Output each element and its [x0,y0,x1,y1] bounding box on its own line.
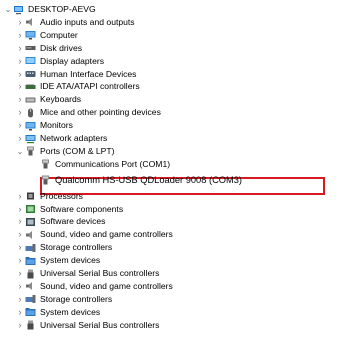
port-icon [40,159,51,169]
chevron-right-icon[interactable]: › [15,254,25,267]
chevron-right-icon[interactable]: › [15,306,25,319]
device-tree: ⌄ DESKTOP-AEVG › Audio inputs and outputs › C… [0,0,360,360]
device-category[interactable]: › Software components [0,203,124,216]
device-label: DESKTOP-AEVG [28,4,96,14]
monitor-icon [25,30,36,40]
chevron-right-icon[interactable]: › [15,55,25,68]
device-label: Qualcomm HS-USB QDLoader 9008 (COM3) [55,174,243,185]
ide-controller-icon [25,82,36,92]
chevron-right-icon[interactable]: › [15,132,25,145]
device-category[interactable]: › Sound, video and game controllers [0,228,173,241]
device-label: Storage controllers [40,293,113,304]
chevron-right-icon[interactable]: › [15,68,25,81]
device-label: Mice and other pointing devices [40,107,161,118]
disk-drive-icon [25,43,36,53]
device-category[interactable]: › Network adapters [0,132,108,145]
hid-icon [25,69,36,79]
device-category[interactable]: › Sound, video and game controllers [0,280,173,293]
speaker-icon [25,281,36,291]
device-category[interactable]: › System devices [0,254,101,267]
device-label: Sound, video and game controllers [40,229,173,240]
processor-icon [25,191,36,201]
network-icon [25,134,36,144]
chevron-right-icon[interactable]: › [15,215,25,228]
chevron-right-icon[interactable]: › [15,16,25,29]
chevron-right-icon[interactable]: › [15,80,25,93]
device-label: Storage controllers [40,242,113,253]
device-label: Sound, video and game controllers [40,280,173,291]
keyboard-icon [25,95,36,105]
device-category[interactable]: › Universal Serial Bus controllers [0,319,159,332]
device-label: Network adapters [40,133,108,143]
chevron-right-icon[interactable]: › [15,93,25,106]
usb-icon [25,320,36,330]
device-category[interactable]: › Universal Serial Bus controllers [0,267,159,280]
device-category[interactable]: › Disk drives [0,42,83,55]
device-category[interactable]: › Human Interface Devices [0,68,137,81]
device-category[interactable]: › Storage controllers [0,241,113,254]
usb-icon [25,269,36,279]
device-item-highlighted[interactable]: ›Qualcomm HS-USB QDLoader 9008 (COM3) [0,174,242,187]
device-category[interactable]: › Processors [0,190,83,203]
device-label: Communications Port (COM1) [55,158,171,169]
device-label: Display adapters [40,55,105,66]
computer-icon [13,5,24,15]
device-category[interactable]: › Keyboards [0,93,82,106]
device-category[interactable]: › System devices [0,306,101,319]
device-category[interactable]: ⌄ Ports (COM & LPT) [0,145,115,158]
device-label: Processors [40,190,83,201]
storage-controller-icon [25,294,36,304]
speaker-icon [25,17,36,27]
device-category[interactable]: › Audio inputs and outputs [0,16,135,29]
device-category[interactable]: › Monitors [0,119,73,132]
device-category[interactable]: › Storage controllers [0,293,113,306]
device-label: System devices [40,255,101,266]
chevron-right-icon[interactable]: › [15,319,25,332]
device-label: Disk drives [40,42,83,53]
device-label: Human Interface Devices [40,68,137,79]
port-icon [40,175,51,185]
chevron-right-icon[interactable]: › [15,190,25,203]
device-label: Keyboards [40,94,82,105]
device-category[interactable]: › Display adapters [0,55,105,68]
chevron-right-icon[interactable]: › [15,106,25,119]
device-label: Software devices [40,216,106,227]
chevron-right-icon[interactable]: › [15,203,25,216]
device-label: Monitors [40,120,73,131]
chevron-right-icon[interactable]: › [15,280,25,293]
device-label: Universal Serial Bus controllers [40,319,160,330]
device-label: Ports (COM & LPT) [40,145,115,156]
monitor-icon [25,121,36,131]
device-label: Universal Serial Bus controllers [40,268,160,278]
speaker-icon [25,230,36,240]
chevron-right-icon[interactable]: › [15,119,25,132]
software-device-icon [25,217,36,227]
device-category[interactable]: › Software devices [0,215,106,228]
storage-controller-icon [25,243,36,253]
chevron-down-icon[interactable]: ⌄ [15,147,25,156]
device-label: System devices [40,306,101,317]
chevron-right-icon[interactable]: › [15,42,25,55]
device-label: Computer [40,29,78,40]
tree-root[interactable]: ⌄ DESKTOP-AEVG [0,3,96,16]
software-component-icon [25,204,36,214]
device-item[interactable]: ›Communications Port (COM1) [0,158,170,171]
chevron-right-icon[interactable]: › [15,293,25,306]
device-label: Audio inputs and outputs [40,16,135,27]
chevron-right-icon[interactable]: › [15,29,25,42]
device-label: Software components [40,203,124,214]
chevron-right-icon[interactable]: › [15,228,25,241]
device-category[interactable]: › Computer [0,29,78,42]
mouse-icon [25,108,36,118]
chevron-right-icon[interactable]: › [15,267,25,280]
display-adapter-icon [25,56,36,66]
chevron-right-icon[interactable]: › [15,241,25,254]
device-category[interactable]: › Mice and other pointing devices [0,106,161,119]
system-folder-icon [25,256,36,266]
device-category[interactable]: › IDE ATA/ATAPI controllers [0,80,140,93]
port-icon [25,146,36,156]
chevron-down-icon[interactable]: ⌄ [3,5,13,14]
device-label: IDE ATA/ATAPI controllers [40,81,140,92]
system-folder-icon [25,307,36,317]
